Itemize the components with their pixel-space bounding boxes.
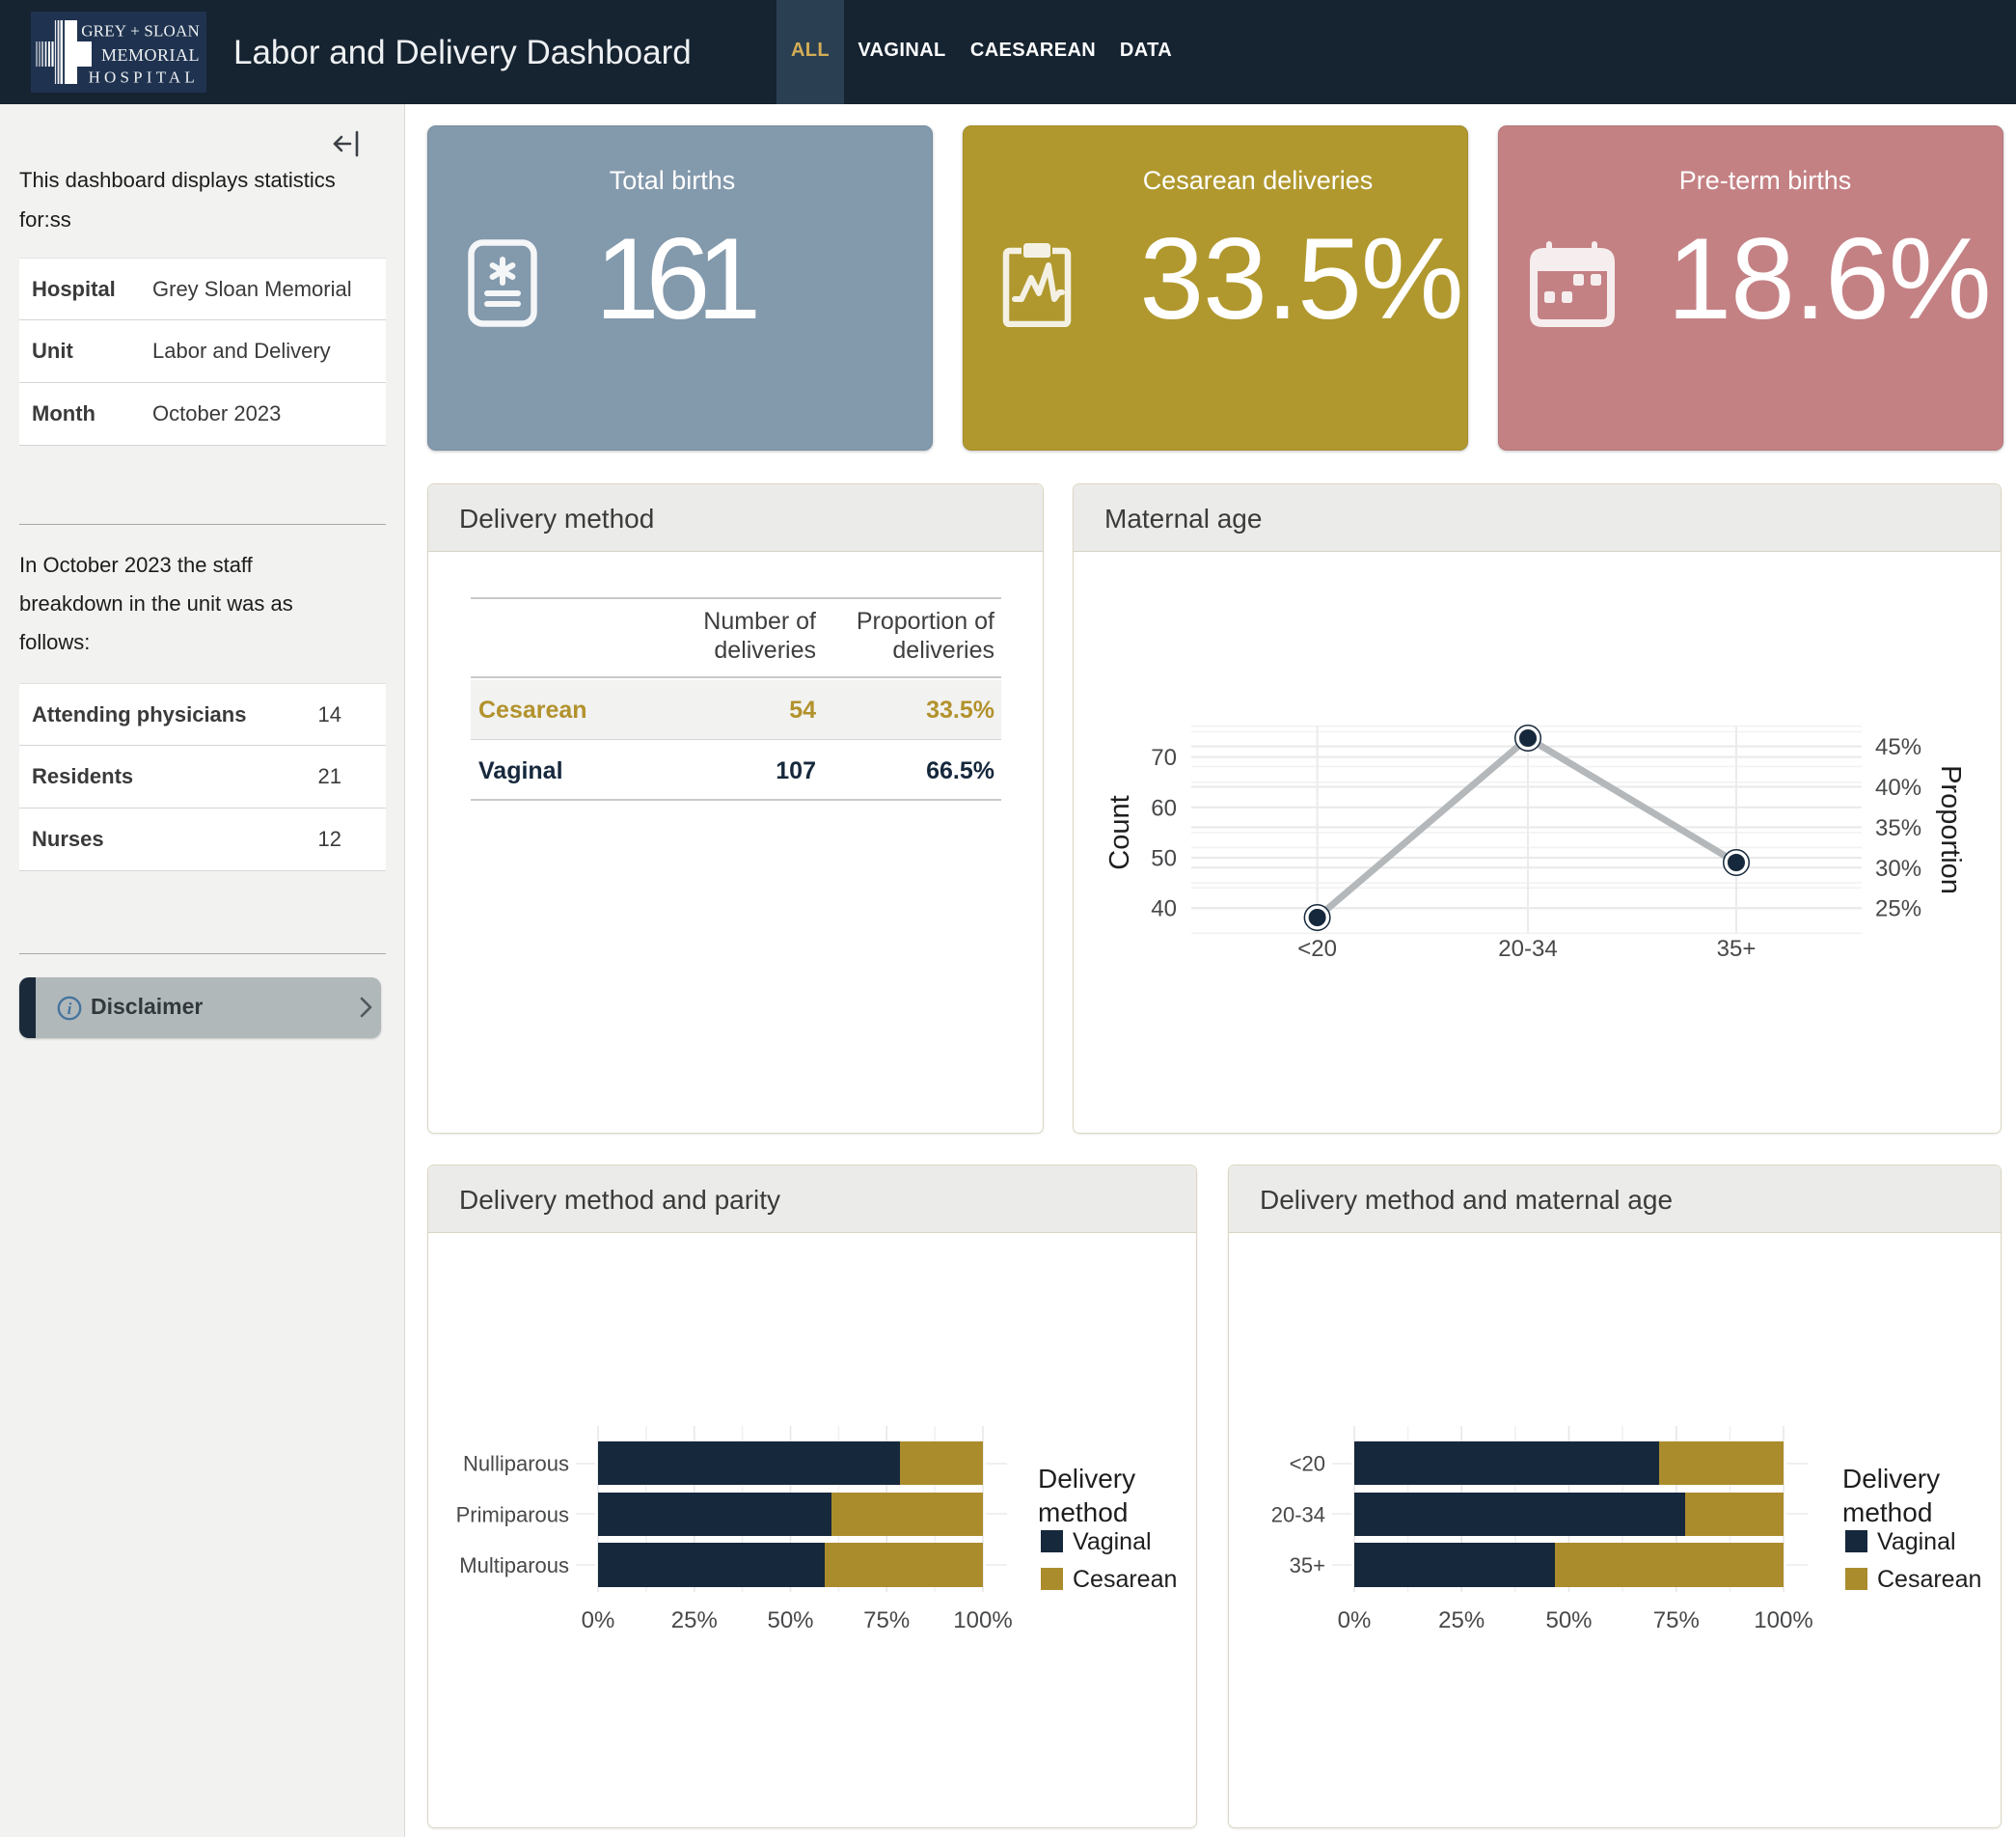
svg-text:25%: 25% <box>1875 896 1921 922</box>
svg-text:Vaginal: Vaginal <box>1877 1528 1956 1555</box>
svg-text:MEMORIAL: MEMORIAL <box>101 45 200 65</box>
svg-text:35+: 35+ <box>1717 936 1757 962</box>
svg-text:75%: 75% <box>1653 1607 1700 1633</box>
svg-text:100%: 100% <box>953 1607 1012 1633</box>
svg-text:100%: 100% <box>1754 1607 1812 1633</box>
svg-text:Cesarean: Cesarean <box>1877 1566 1981 1593</box>
svg-text:GREY + SLOAN: GREY + SLOAN <box>81 22 200 41</box>
svg-text:i: i <box>68 1000 72 1018</box>
svg-text:70: 70 <box>1151 745 1177 771</box>
svg-text:60: 60 <box>1151 795 1177 821</box>
svg-text:Primiparous: Primiparous <box>456 1503 569 1527</box>
svg-text:Multiparous: Multiparous <box>459 1553 569 1577</box>
svg-text:25%: 25% <box>671 1607 718 1633</box>
svg-text:HOSPITAL: HOSPITAL <box>89 68 199 86</box>
svg-text:40: 40 <box>1151 896 1177 922</box>
svg-text:Delivery: Delivery <box>1842 1464 1940 1494</box>
svg-text:50%: 50% <box>767 1607 813 1633</box>
svg-text:Count: Count <box>1104 795 1135 869</box>
svg-text:20-34: 20-34 <box>1271 1503 1325 1527</box>
svg-text:0%: 0% <box>582 1607 615 1633</box>
svg-text:50: 50 <box>1151 846 1177 872</box>
svg-text:method: method <box>1038 1497 1128 1527</box>
svg-text:50%: 50% <box>1545 1607 1592 1633</box>
svg-text:30%: 30% <box>1875 856 1921 882</box>
svg-text:35%: 35% <box>1875 815 1921 841</box>
svg-text:20-34: 20-34 <box>1498 936 1557 962</box>
svg-text:0%: 0% <box>1338 1607 1372 1633</box>
svg-text:35+: 35+ <box>1290 1553 1325 1577</box>
svg-text:25%: 25% <box>1438 1607 1485 1633</box>
svg-text:45%: 45% <box>1875 734 1921 760</box>
svg-text:Nulliparous: Nulliparous <box>463 1452 569 1476</box>
svg-text:<20: <20 <box>1290 1452 1325 1476</box>
svg-text:Proportion: Proportion <box>1935 765 1966 894</box>
svg-text:Vaginal: Vaginal <box>1073 1528 1152 1555</box>
svg-text:<20: <20 <box>1297 936 1337 962</box>
svg-text:40%: 40% <box>1875 775 1921 801</box>
svg-text:method: method <box>1842 1497 1932 1527</box>
svg-text:Delivery: Delivery <box>1038 1464 1135 1494</box>
svg-text:Cesarean: Cesarean <box>1073 1566 1177 1593</box>
svg-text:75%: 75% <box>863 1607 910 1633</box>
